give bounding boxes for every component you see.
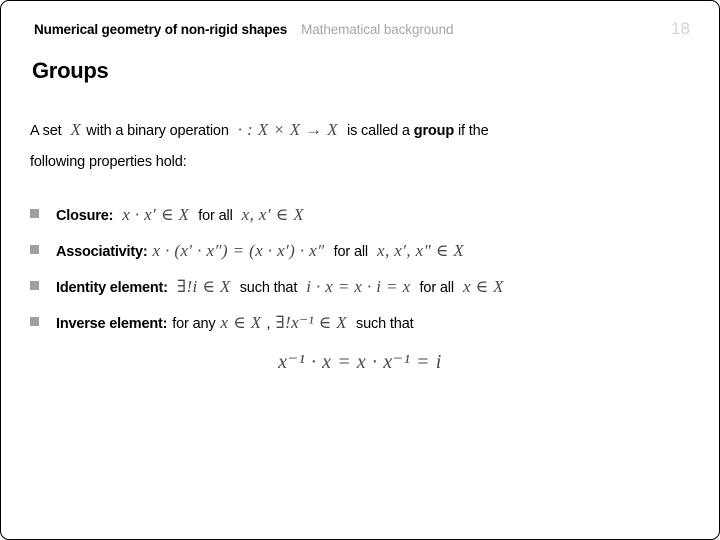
list-item-closure: Closure: x · x′ ∈ X for all x, x′ ∈ X (30, 205, 707, 241)
inverse-element-equation: x⁻¹ · x = x · x⁻¹ = i (278, 351, 442, 373)
header-course-title: Numerical geometry of non-rigid shapes (34, 22, 288, 37)
definition-line-2: following properties hold: (30, 154, 187, 170)
list-item-identity-element: Identity element: ∃!i ∈ X such that i · x =… (30, 277, 707, 313)
definition-text-part3: is called a (347, 123, 410, 139)
definition-text-part2: with a binary operation (86, 123, 229, 139)
math-set-symbol: X (70, 120, 82, 139)
slide-frame: Numerical geometry of non-rigid shapes M… (0, 0, 720, 540)
property-math-expression: x · (x′ · x″) = (x · x′) · x″ (152, 241, 325, 260)
definition-emphasis-group: group (413, 123, 455, 139)
square-bullet-icon (30, 317, 39, 326)
property-math-identity-equation: i · x = x · i = x (306, 277, 411, 296)
property-math-inverse-existence: ∃!x⁻¹ ∈ X (275, 313, 348, 332)
definition-text-part4: if the (457, 123, 489, 139)
definition-paragraph: A set Xwith a binary operation · : X × X →… (30, 114, 701, 178)
property-label: Inverse element: (56, 316, 168, 332)
property-math-quantifier: x ∈ X (462, 277, 504, 296)
property-prefix: for any (172, 316, 216, 332)
list-item-associativity: Associativity: x · (x′ · x″) = (x · x′) ·… (30, 241, 707, 277)
page-number: 18 (671, 19, 690, 38)
definition-text-part1: A set (30, 123, 62, 139)
property-label: Associativity: (56, 244, 148, 260)
property-math-quantifier: x, x′, x″ ∈ X (377, 241, 465, 260)
math-binary-operation: · : X × X → X (237, 120, 338, 139)
definition-line-1: A set Xwith a binary operation · : X × X →… (30, 114, 701, 147)
property-label: Closure: (56, 208, 114, 224)
slide-header: Numerical geometry of non-rigid shapes M… (34, 19, 697, 39)
properties-list: Closure: x · x′ ∈ X for all x, x′ ∈ X Assoc… (30, 205, 707, 349)
list-item-inverse-element: Inverse element: for any x ∈ X, ∃!x⁻¹ ∈ X su… (30, 313, 707, 349)
property-math-expression: ∃!i ∈ X (176, 277, 231, 296)
display-equation-container: x⁻¹ · x = x · x⁻¹ = i (1, 349, 719, 374)
property-connector: such that (239, 280, 298, 296)
property-suffix: such that (356, 316, 414, 332)
page-title: Groups (32, 58, 109, 83)
property-connector: for all (333, 244, 369, 260)
property-comma: , (266, 316, 271, 332)
property-math-quantifier: x, x′ ∈ X (241, 205, 305, 224)
property-label: Identity element: (56, 280, 168, 296)
square-bullet-icon (30, 281, 39, 290)
square-bullet-icon (30, 209, 39, 218)
property-connector: for all (198, 208, 233, 224)
square-bullet-icon (30, 245, 39, 254)
header-section-subtitle: Mathematical background (301, 22, 454, 37)
property-connector-2: for all (419, 280, 455, 296)
property-math-expression: x · x′ ∈ X (122, 205, 190, 224)
property-math-expression: x ∈ X (220, 313, 262, 332)
